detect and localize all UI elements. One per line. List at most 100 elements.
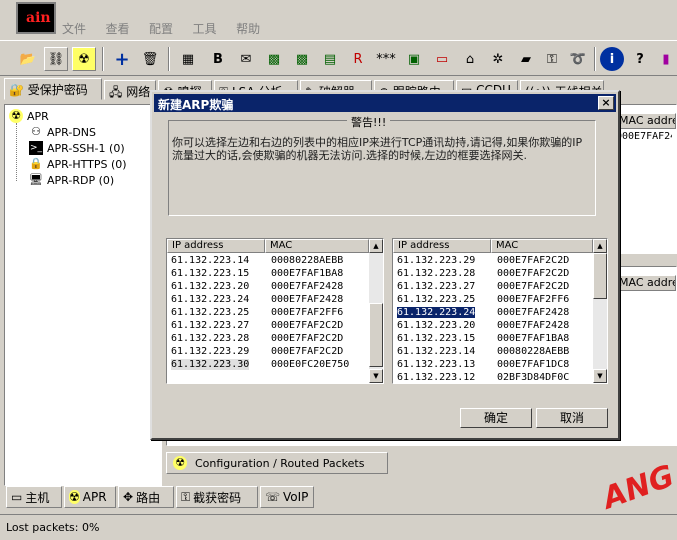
mac-cell: 02BF3D84DF0C	[497, 372, 570, 383]
radiation-icon: ☢	[69, 490, 80, 504]
cross-arrows-icon: ✥	[123, 490, 134, 504]
mac-cell: 000E7FAF24	[616, 131, 672, 142]
tree-line	[16, 123, 17, 181]
left-list-scrollbar[interactable]: ▲ ▼	[369, 239, 383, 383]
terminal-icon: >_	[29, 141, 43, 155]
ip-cell: 61.132.223.13	[397, 359, 476, 370]
config-routed-packets-tab[interactable]: ☢ Configuration / Routed Packets	[166, 452, 388, 474]
tree-node-apr-rdp[interactable]: 🖥 APR-RDP (0)	[29, 173, 114, 187]
wireless-icon[interactable]: ⌂	[458, 47, 482, 71]
menu-bar: 文件 查看 配置 工具 帮助	[62, 20, 276, 38]
remote-desktop-icon: 🖥	[29, 173, 43, 186]
ip-cell: 61.132.223.29	[397, 255, 476, 266]
ip-cell: 61.132.223.15	[171, 268, 250, 279]
ip-cell: 61.132.223.14	[171, 255, 250, 266]
ip-cell: 61.132.223.20	[171, 281, 250, 292]
tab-label: 网络	[126, 85, 151, 99]
scroll-down-icon[interactable]: ▼	[593, 369, 607, 383]
mac-address-header-2[interactable]: MAC address	[616, 275, 676, 291]
tree-node-apr-dns[interactable]: ⚇ APR-DNS	[29, 125, 96, 139]
certificate-icon[interactable]: ✉	[234, 47, 258, 71]
mac-cell: 00080228AEBB	[271, 255, 344, 266]
dialog-title-bar[interactable]: 新建ARP欺骗 ×	[154, 94, 616, 112]
toolbar-separator	[168, 47, 170, 71]
signal-icon[interactable]: ➰	[566, 47, 590, 71]
mac-cell: 000E7FAF2C2D	[271, 333, 344, 344]
ip-cell: 61.132.223.15	[397, 333, 476, 344]
tree-node-apr-https[interactable]: 🔒 APR-HTTPS (0)	[29, 157, 127, 171]
mac-cell: 000E7FAF2C2D	[497, 255, 570, 266]
database-icon[interactable]: ▰	[514, 47, 538, 71]
scroll-thumb[interactable]	[369, 303, 383, 367]
add-icon[interactable]: +	[110, 47, 134, 71]
base64-icon[interactable]: B	[206, 47, 230, 71]
mac-cell: 000E7FAF2428	[497, 307, 570, 318]
mac-header[interactable]: MAC	[491, 239, 593, 253]
menu-tools[interactable]: 工具	[193, 20, 217, 37]
gateway-ip-list[interactable]: IP address MAC 61.132.223.14 00080228AEBB…	[166, 238, 384, 384]
tab-captured-passwords[interactable]: ⚿ 截获密码	[176, 486, 258, 508]
ip-cell: 61.132.223.25	[397, 294, 476, 305]
cancel-button[interactable]: 取消	[536, 408, 608, 428]
rc-icon[interactable]: R	[346, 47, 370, 71]
tab-voip[interactable]: ☏ VoIP	[260, 486, 314, 508]
remove-icon[interactable]: 🗑	[138, 47, 162, 71]
mac-cell: 000E7FAF1DC8	[497, 359, 570, 370]
tree-node-label: APR-HTTPS (0)	[47, 157, 127, 171]
mac-address-header[interactable]: MAC address	[616, 113, 676, 129]
mac-header[interactable]: MAC	[265, 239, 369, 253]
graph-icon[interactable]: ▤	[318, 47, 342, 71]
tab-routing[interactable]: ✥ 路由	[118, 486, 174, 508]
ip-cell: 61.132.223.12	[397, 372, 476, 383]
sniffer-icon[interactable]: ⛓	[44, 47, 68, 71]
scroll-thumb[interactable]	[593, 253, 607, 299]
host-icon: ▭	[11, 490, 23, 504]
ip-cell: 61.132.223.27	[397, 281, 476, 292]
network-icon[interactable]: ✲	[486, 47, 510, 71]
key-icon[interactable]: ⚿	[540, 47, 564, 71]
ip-cell: 61.132.223.14	[397, 346, 476, 357]
calculator-icon[interactable]: ▦	[176, 47, 200, 71]
open-folder-icon[interactable]: 📂	[16, 47, 40, 71]
target-ip-list[interactable]: IP address MAC 61.132.223.29 000E7FAF2C2D…	[392, 238, 608, 384]
scroll-down-icon[interactable]: ▼	[369, 369, 383, 383]
toolbar-separator	[594, 47, 596, 71]
menu-file[interactable]: 文件	[62, 20, 86, 37]
lsa-icon[interactable]: ▩	[262, 47, 286, 71]
apr-radiation-icon[interactable]: ☢	[72, 47, 96, 71]
tab-network[interactable]: 🖧 网络	[104, 80, 156, 100]
ip-address-header[interactable]: IP address	[167, 239, 265, 253]
record-icon[interactable]: ▭	[430, 47, 454, 71]
menu-view[interactable]: 查看	[106, 20, 130, 37]
ip-cell: 61.132.223.25	[171, 307, 250, 318]
tab-apr[interactable]: ☢ APR	[64, 486, 116, 508]
terminal-icon[interactable]: ▣	[402, 47, 426, 71]
mac-cell: 000E7FAF2428	[497, 320, 570, 331]
close-icon[interactable]: ×	[598, 96, 614, 110]
tree-node-label: APR-RDP (0)	[47, 173, 115, 187]
scroll-up-icon[interactable]: ▲	[369, 239, 383, 253]
apr-tree: ☢ APR ⚇ APR-DNS >_ APR-SSH-1 (0) 🔒 APR-H…	[4, 104, 162, 486]
tab-protected-passwords[interactable]: 🔐 受保护密码	[4, 78, 102, 100]
tree-node-apr-ssh[interactable]: >_ APR-SSH-1 (0)	[29, 141, 125, 155]
radiation-icon: ☢	[173, 456, 187, 470]
vpn-icon[interactable]: ▩	[290, 47, 314, 71]
exit-icon[interactable]: ▮	[654, 47, 677, 71]
tab-label: VoIP	[283, 490, 309, 504]
tree-node-apr[interactable]: ☢ APR	[9, 109, 49, 123]
new-arp-spoof-dialog: 新建ARP欺骗 × 警告!!! 你可以选择左边和右边的列表中的相应IP来进行TC…	[150, 90, 620, 440]
menu-help[interactable]: 帮助	[236, 20, 260, 37]
info-icon[interactable]: i	[600, 47, 624, 71]
ip-cell: 61.132.223.30	[171, 359, 250, 370]
app-logo: ain	[16, 2, 56, 34]
scroll-up-icon[interactable]: ▲	[593, 239, 607, 253]
bottom-tabs: ▭ 主机 ☢ APR ✥ 路由 ⚿ 截获密码 ☏ VoIP	[4, 486, 664, 508]
ip-address-header[interactable]: IP address	[393, 239, 491, 253]
help-icon[interactable]: ?	[628, 47, 652, 71]
tree-node-label: APR	[27, 109, 49, 123]
tab-hosts[interactable]: ▭ 主机	[6, 486, 62, 508]
ok-button[interactable]: 确定	[460, 408, 532, 428]
right-list-scrollbar[interactable]: ▲ ▼	[593, 239, 607, 383]
menu-config[interactable]: 配置	[149, 20, 173, 37]
password-mask-icon[interactable]: ***	[374, 47, 398, 71]
